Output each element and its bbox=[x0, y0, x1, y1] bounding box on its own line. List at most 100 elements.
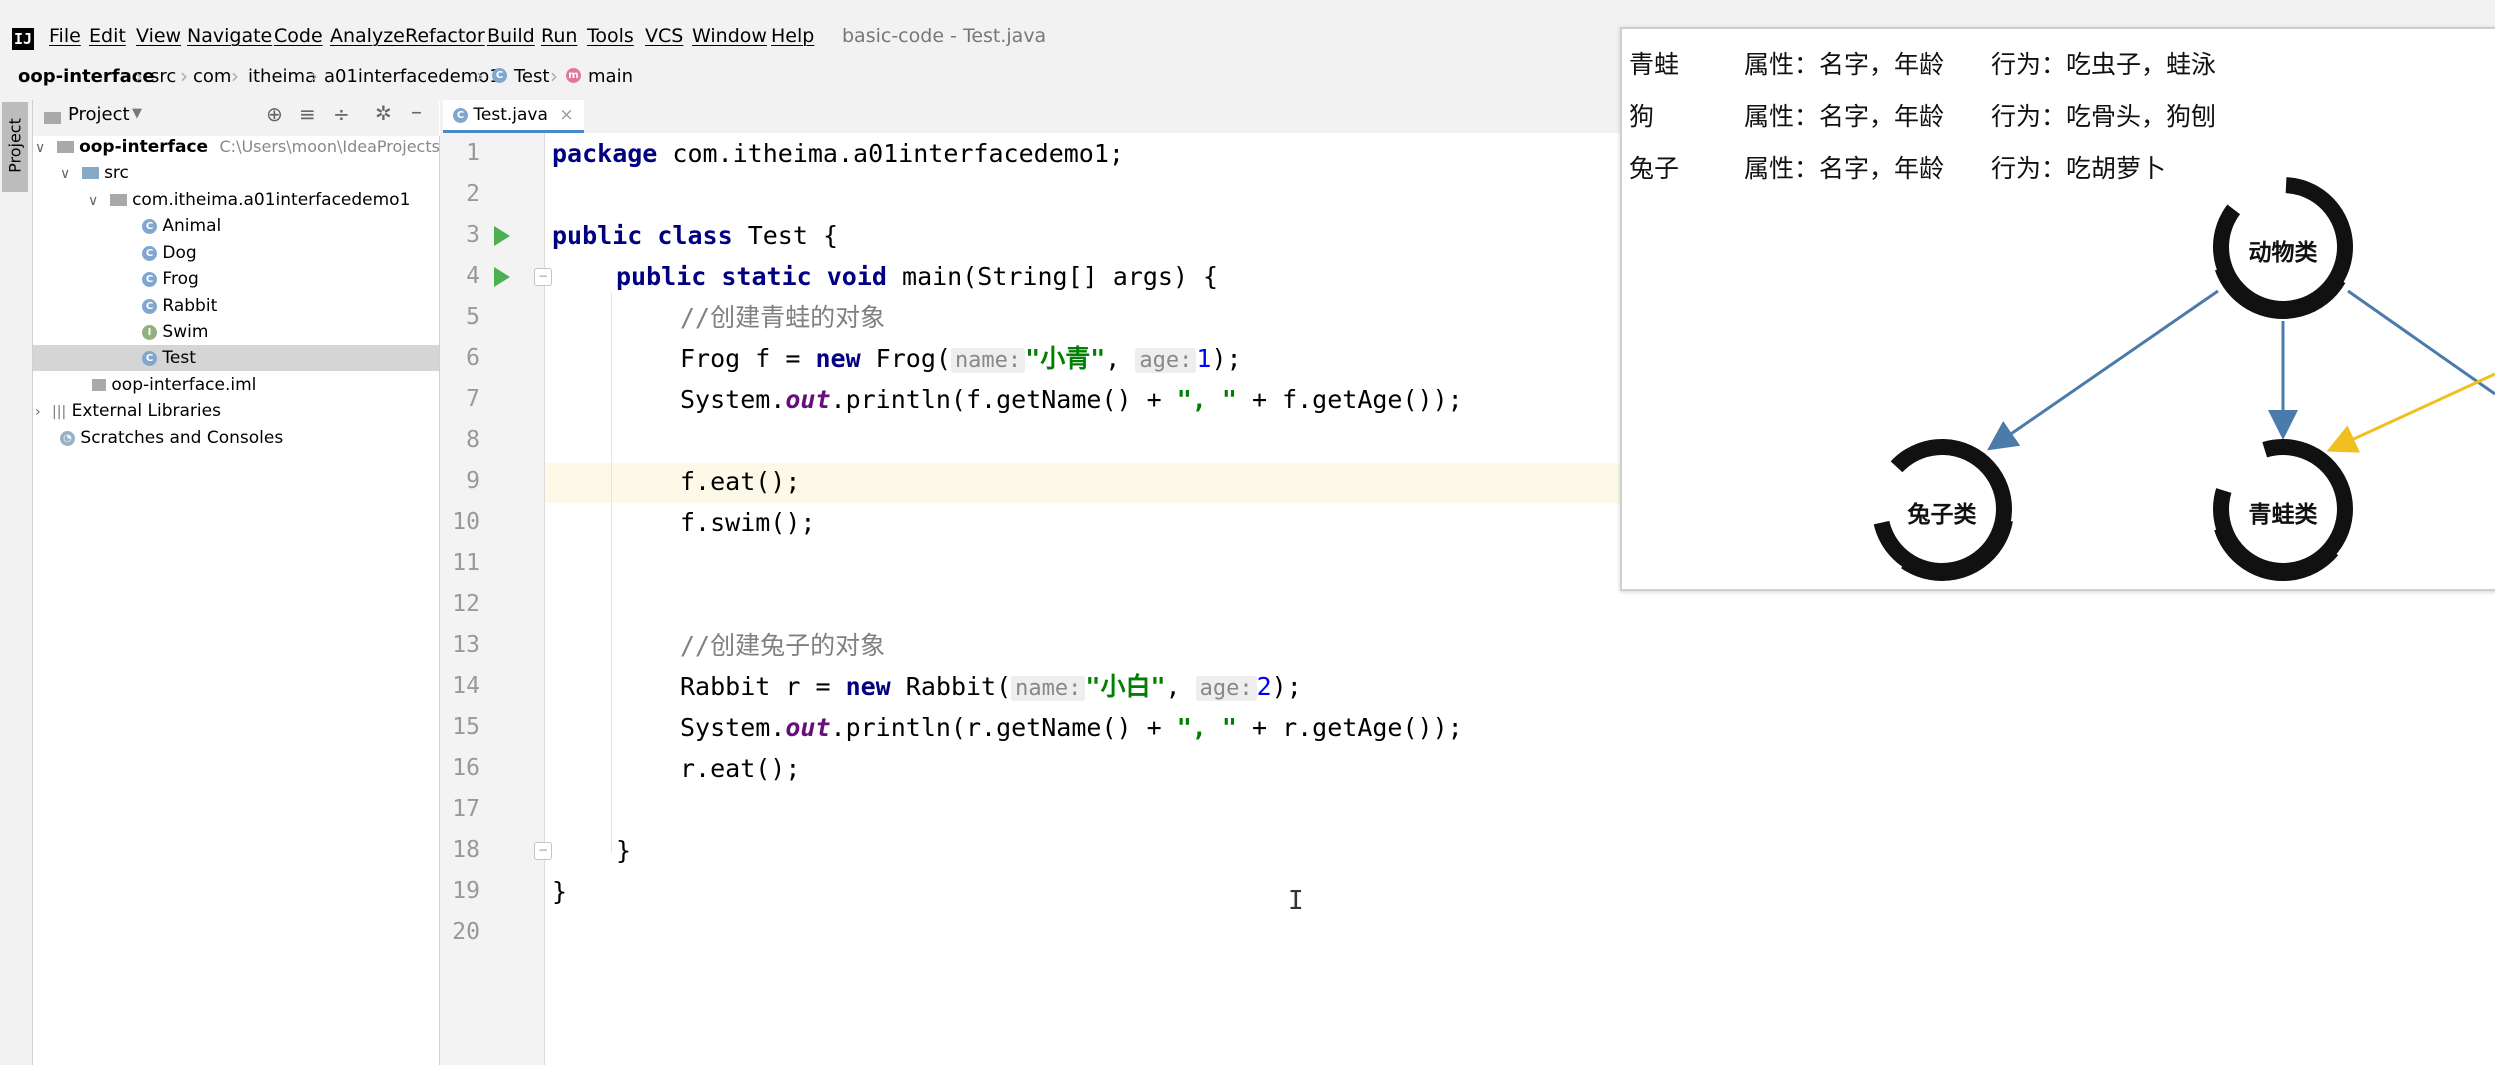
menu-window[interactable]: Window bbox=[692, 25, 767, 47]
tree-item-class[interactable]: C Rabbit bbox=[142, 293, 217, 319]
minimize-icon[interactable]: – bbox=[411, 100, 422, 125]
line-number: 14 bbox=[452, 673, 480, 699]
static-field: out bbox=[785, 385, 831, 414]
line-number: 5 bbox=[466, 304, 480, 330]
menu-help[interactable]: Help bbox=[771, 25, 814, 47]
tree-item-label: External Libraries bbox=[71, 401, 221, 421]
method-icon: m bbox=[566, 68, 581, 83]
tree-item-iml[interactable]: oop-interface.iml bbox=[92, 372, 256, 398]
tree-item-scratches[interactable]: ◔ Scratches and Consoles bbox=[60, 425, 283, 451]
class-icon: C bbox=[453, 107, 468, 123]
package-icon bbox=[109, 194, 127, 206]
parameter-hint: name: bbox=[950, 348, 1026, 373]
code-line-16: r.eat(); bbox=[680, 754, 801, 783]
tree-item-label: Dog bbox=[162, 243, 197, 263]
tree-item-root[interactable]: ∨ oop-interface C:\Users\moon\IdeaProjec… bbox=[35, 134, 456, 160]
code-text: ); bbox=[1271, 672, 1302, 701]
inherit-arrow-left bbox=[1987, 289, 2219, 451]
keyword: public bbox=[616, 262, 707, 291]
line-number: 11 bbox=[452, 550, 480, 576]
tree-item-label: Test bbox=[162, 348, 196, 368]
chevron-right-icon[interactable]: › bbox=[35, 404, 41, 420]
static-field: out bbox=[785, 713, 831, 742]
line-number: 8 bbox=[466, 427, 480, 453]
tree-item-src[interactable]: ∨ src bbox=[60, 160, 129, 186]
run-class-icon[interactable] bbox=[494, 226, 510, 246]
menu-build[interactable]: Build bbox=[487, 25, 535, 47]
breadcrumb-method[interactable]: main bbox=[588, 66, 633, 87]
line-number: 10 bbox=[452, 509, 480, 535]
tree-item-label: Scratches and Consoles bbox=[80, 428, 284, 448]
breadcrumb-separator-icon: › bbox=[476, 64, 484, 88]
class-icon: C bbox=[142, 218, 157, 234]
fold-icon[interactable]: − bbox=[534, 842, 552, 860]
chevron-down-icon[interactable]: ∨ bbox=[60, 166, 70, 182]
tree-item-package[interactable]: ∨ com.itheima.a01interfacedemo1 bbox=[88, 187, 410, 213]
tree-item-class[interactable]: C Animal bbox=[142, 213, 221, 239]
line-number: 12 bbox=[452, 591, 480, 617]
code-text: com.itheima.a01interfacedemo1; bbox=[657, 139, 1124, 168]
chevron-down-icon[interactable]: ∨ bbox=[88, 193, 98, 209]
code-text: ); bbox=[1211, 344, 1242, 373]
tree-item-external-libraries[interactable]: › ||| External Libraries bbox=[35, 398, 221, 424]
breadcrumb-package[interactable]: a01interfacedemo1 bbox=[324, 66, 501, 87]
menu-refactor[interactable]: Refactor bbox=[405, 25, 485, 47]
chevron-down-icon[interactable]: ▼ bbox=[132, 106, 142, 121]
tree-item-label: Frog bbox=[162, 269, 199, 289]
line-number: 13 bbox=[452, 632, 480, 658]
menu-tools[interactable]: Tools bbox=[587, 25, 634, 47]
code-text: Frog f = bbox=[680, 344, 816, 373]
tree-item-interface[interactable]: I Swim bbox=[142, 319, 208, 345]
keyword: new bbox=[845, 672, 891, 701]
gear-icon[interactable]: ✲ bbox=[375, 101, 392, 125]
keyword: package bbox=[552, 139, 658, 168]
keyword: static bbox=[721, 262, 812, 291]
project-view-icon bbox=[44, 112, 61, 124]
class-icon: C bbox=[492, 68, 507, 83]
breadcrumb bbox=[0, 61, 1630, 101]
breadcrumb-com[interactable]: com bbox=[193, 66, 231, 87]
locate-icon[interactable]: ⊕ bbox=[266, 102, 283, 126]
scratches-icon: ◔ bbox=[60, 430, 75, 446]
line-number: 18 bbox=[452, 837, 480, 863]
string-literal: ", " bbox=[1176, 385, 1237, 414]
inherit-arrow-right bbox=[2347, 289, 2495, 396]
keyword: new bbox=[815, 344, 861, 373]
code-text: System. bbox=[680, 385, 786, 414]
file-icon bbox=[92, 379, 106, 391]
menu-code[interactable]: Code bbox=[274, 25, 323, 47]
breadcrumb-itheima[interactable]: itheima bbox=[248, 66, 316, 87]
code-text: .println(f.getName() + bbox=[830, 385, 1177, 414]
parameter-hint: name: bbox=[1011, 676, 1086, 701]
tree-item-class[interactable]: C Dog bbox=[142, 240, 197, 266]
menu-view[interactable]: View bbox=[136, 25, 181, 47]
editor-tab-active[interactable]: C Test.java × bbox=[443, 100, 584, 133]
breadcrumb-class[interactable]: Test bbox=[514, 66, 549, 87]
project-view-title[interactable]: Project bbox=[68, 104, 130, 125]
line-number: 15 bbox=[452, 714, 480, 740]
code-line-4: public static void main(String[] args) { bbox=[616, 256, 1218, 297]
code-line-18: } bbox=[616, 836, 632, 865]
indent-guide bbox=[611, 293, 612, 853]
menu-vcs[interactable]: VCS bbox=[645, 25, 683, 47]
fold-icon[interactable]: − bbox=[534, 268, 552, 286]
breadcrumb-separator-icon: › bbox=[231, 64, 239, 88]
close-icon[interactable]: × bbox=[559, 105, 573, 125]
menu-run[interactable]: Run bbox=[541, 25, 577, 47]
run-main-icon[interactable] bbox=[494, 267, 510, 287]
breadcrumb-src[interactable]: src bbox=[150, 66, 176, 87]
menu-file[interactable]: File bbox=[49, 25, 81, 47]
menu-navigate[interactable]: Navigate bbox=[187, 25, 272, 47]
chevron-down-icon[interactable]: ∨ bbox=[35, 140, 45, 156]
expand-all-icon[interactable]: ≡ bbox=[299, 102, 316, 126]
menu-edit[interactable]: Edit bbox=[89, 25, 126, 47]
diagram-node-rabbit: 兔子类 bbox=[1907, 502, 1977, 528]
line-number: 16 bbox=[452, 755, 480, 781]
tree-item-class[interactable]: C Frog bbox=[142, 266, 199, 292]
code-text: Test { bbox=[732, 221, 838, 250]
collapse-all-icon[interactable]: ÷ bbox=[333, 102, 350, 126]
interface-icon: I bbox=[142, 324, 157, 340]
line-number: 17 bbox=[452, 796, 480, 822]
tree-item-class-selected[interactable]: C Test bbox=[33, 345, 439, 371]
menu-analyze[interactable]: Analyze bbox=[330, 25, 405, 47]
